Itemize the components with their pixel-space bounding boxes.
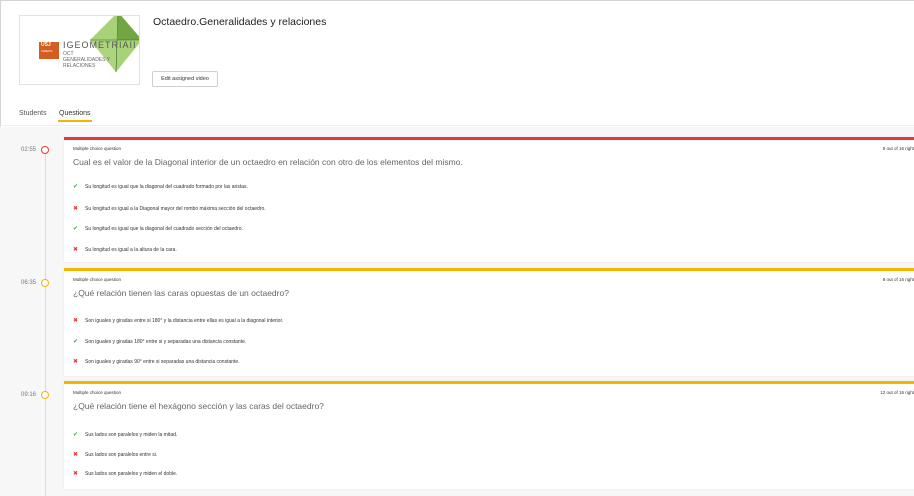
question-card: Multiple choice question 12 out of 16 ri…: [64, 381, 914, 489]
thumbnail-heading: IGEOMETRIAII: [63, 40, 137, 50]
question-type: Multiple choice question: [73, 146, 122, 151]
question-card: Multiple choice question 5 out of 16 rig…: [64, 137, 914, 262]
cross-icon: ✖: [73, 471, 79, 477]
questions-panel: 02:55 Multiple choice question 5 out of …: [0, 127, 914, 496]
answer-item: ✔ Su longitud es igual que la diagonal de…: [73, 226, 243, 232]
answer-item: ✖ Son iguales y giradas entre si 180° y l…: [73, 318, 284, 324]
status-bar: [64, 137, 914, 140]
timeline-marker[interactable]: [41, 146, 49, 154]
status-bar: [64, 381, 914, 384]
answer-item: ✖ Su longitud es igual a la Diagonal mayo…: [73, 206, 266, 212]
check-icon: ✔: [73, 432, 79, 438]
video-thumbnail[interactable]: USJ VIDEOS IGEOMETRIAII OCT GENERALIDADE…: [19, 15, 140, 85]
question-time[interactable]: 09:16: [21, 392, 36, 398]
question-text: Cual es el valor de la Diagonal interior…: [73, 157, 463, 167]
answer-item: ✔ Sus lados son paralelos y miden la mita…: [73, 432, 178, 438]
thumbnail-line-2: GENERALIDADES Y RELACIONES: [63, 57, 111, 69]
check-icon: ✔: [73, 339, 79, 345]
question-score: 8 out of 16 right: [882, 277, 914, 282]
question-time[interactable]: 06:35: [21, 280, 36, 286]
cross-icon: ✖: [73, 318, 79, 324]
question-type: Multiple choice question: [73, 390, 122, 395]
question-score: 12 out of 16 right: [880, 390, 914, 395]
question-card: Multiple choice question 8 out of 16 rig…: [64, 268, 914, 376]
timeline-marker[interactable]: [41, 279, 49, 287]
tab-students[interactable]: Students: [19, 110, 47, 117]
status-bar: [64, 268, 914, 271]
answer-item: ✔ Su longitud es igual que la diagonal de…: [73, 184, 248, 190]
tab-questions[interactable]: Questions: [59, 110, 91, 117]
active-tab-indicator: [58, 120, 92, 122]
check-icon: ✔: [73, 226, 79, 232]
answer-item: ✖ Su longitud es igual a la altura de la …: [73, 247, 177, 253]
timeline-marker[interactable]: [41, 391, 49, 399]
edit-assigned-video-button[interactable]: Edit assigned video: [152, 71, 218, 87]
answer-item: ✔ Son iguales y giradas 180° entre si y s…: [73, 339, 247, 345]
timeline-line: [45, 147, 46, 496]
question-score: 5 out of 16 right: [882, 146, 914, 151]
question-time[interactable]: 02:55: [21, 147, 36, 153]
cross-icon: ✖: [73, 247, 79, 253]
university-logo: USJ VIDEOS: [39, 42, 59, 59]
question-text: ¿Qué relación tienen las caras opuestas …: [73, 288, 289, 298]
answer-item: ✖ Son iguales y giradas 90° entre si sepa…: [73, 359, 240, 365]
check-icon: ✔: [73, 184, 79, 190]
answer-item: ✖ Sus lados son paralelos y miden el dobl…: [73, 471, 178, 477]
tab-bar: Students Questions: [0, 96, 914, 126]
question-type: Multiple choice question: [73, 277, 122, 282]
answer-item: ✖ Sus lados son paralelos entre si.: [73, 452, 158, 458]
cross-icon: ✖: [73, 206, 79, 212]
cross-icon: ✖: [73, 359, 79, 365]
question-text: ¿Qué relación tiene el hexágono sección …: [73, 401, 324, 411]
cross-icon: ✖: [73, 452, 79, 458]
video-title: Octaedro.Generalidades y relaciones: [153, 16, 327, 28]
